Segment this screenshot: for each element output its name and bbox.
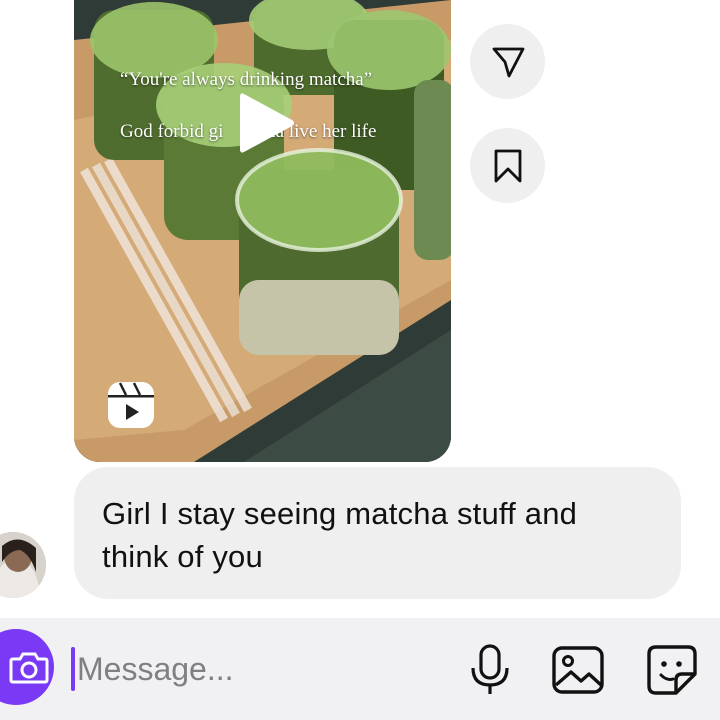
reel-preview[interactable]: “You're always drinking matcha” God forb… (74, 0, 451, 462)
message-line2: think of you (102, 539, 263, 574)
camera-icon (9, 652, 49, 684)
share-button[interactable] (470, 24, 545, 99)
message-line1: Girl I stay seeing matcha stuff and (102, 496, 578, 531)
reels-icon (108, 382, 154, 428)
gallery-button[interactable] (548, 640, 608, 700)
avatar-image (0, 532, 46, 598)
gallery-icon (552, 646, 604, 694)
avatar[interactable] (0, 532, 46, 598)
message-bubble[interactable]: Girl I stay seeing matcha stuff and thin… (74, 467, 681, 599)
play-icon[interactable] (236, 90, 296, 156)
save-button[interactable] (470, 128, 545, 203)
bookmark-icon (494, 149, 521, 182)
microphone-icon (471, 644, 509, 694)
sticker-icon (647, 645, 697, 695)
microphone-button[interactable] (460, 640, 520, 700)
message-input[interactable] (77, 645, 437, 693)
camera-button[interactable] (0, 629, 54, 705)
reel-caption-line1: “You're always drinking matcha” (120, 69, 373, 90)
sticker-button[interactable] (642, 640, 702, 700)
text-cursor (71, 647, 75, 691)
message-composer (0, 618, 720, 720)
send-icon (492, 47, 524, 77)
